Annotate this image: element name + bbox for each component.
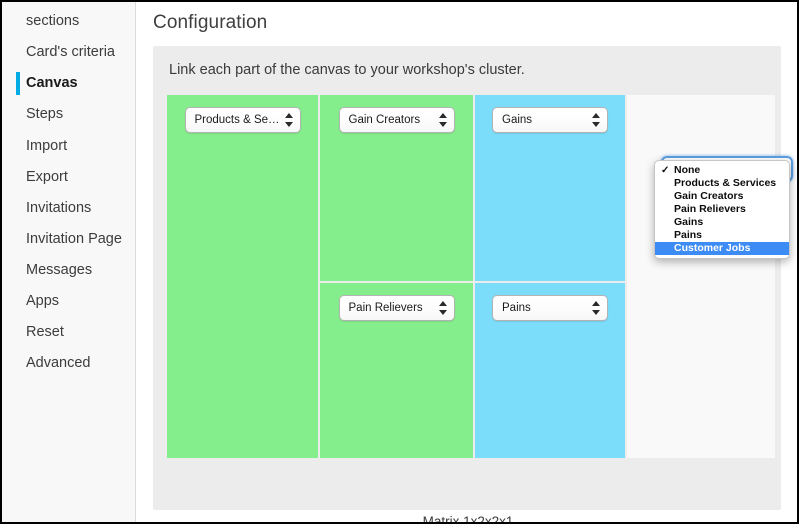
canvas-cell-pain-relievers[interactable]: Pain Relievers [320,283,473,458]
sidebar-item-steps[interactable]: Steps [2,99,135,130]
sidebar-item-messages[interactable]: Messages [2,255,135,286]
sidebar-item-invitation-page[interactable]: Invitation Page [2,224,135,255]
sidebar-item-cards-criteria[interactable]: Card's criteria [2,37,135,68]
cluster-select-gain-creators[interactable]: Gain Creators [338,107,455,133]
select-value: Products & Services [194,114,282,126]
canvas-matrix-wrapper: Products & Services Gain Creators [167,95,793,522]
updown-arrows-icon [438,112,448,128]
page-title: Configuration [153,12,268,33]
sidebar-item-label: Advanced [26,355,91,372]
sidebar-item-export[interactable]: Export [2,162,135,193]
canvas-cell-gains[interactable]: Gains [475,95,625,281]
updown-arrows-icon [592,300,601,316]
canvas-cell-pains[interactable]: Pains [475,283,625,458]
sidebar-item-label: Invitations [26,199,92,216]
app-window: sections Card's criteria Canvas Steps Im… [0,0,799,524]
canvas-cell-products-services[interactable]: Products & Services [167,95,318,458]
canvas-cell-gain-creators[interactable]: Gain Creators [320,95,473,281]
sidebar-item-label: Invitation Page [26,230,122,247]
canvas-cell-customer-jobs[interactable] [627,95,775,458]
active-indicator-bar [16,72,20,96]
sidebar-item-label: Canvas [26,75,78,92]
cluster-select-pain-relievers[interactable]: Pain Relievers [338,295,455,321]
sidebar-item-import[interactable]: Import [2,131,135,162]
select-value: Pains [502,302,531,314]
cluster-select-gains[interactable]: Gains [492,107,608,133]
canvas-matrix: Products & Services Gain Creators [167,95,775,458]
sidebar-item-label: Export [26,168,68,185]
matrix-caption: Matrix 1x2x2x1 [422,514,514,524]
sidebar-item-label: Reset [26,324,64,341]
sidebar-item-label: Apps [26,293,60,310]
sidebar-item-label: Steps [26,106,64,123]
sidebar-item-label: Messages [26,262,93,278]
sidebar-item-sections[interactable]: sections [2,6,135,37]
sidebar-item-reset[interactable]: Reset [2,317,135,348]
select-value: Gain Creators [348,114,421,126]
cluster-select-pains[interactable]: Pains [492,295,608,321]
updown-arrows-icon [438,300,448,316]
sidebar-item-advanced[interactable]: Advanced [2,348,135,379]
sidebar-item-invitations[interactable]: Invitations [2,193,135,224]
configuration-panel: Link each part of the canvas to your wor… [153,46,793,522]
updown-arrows-icon [284,112,294,128]
sidebar-item-label: Import [26,137,68,154]
content-area: Configuration Link each part of the canv… [137,2,797,522]
select-value: Gains [502,114,533,126]
settings-sidebar: sections Card's criteria Canvas Steps Im… [2,2,136,522]
sidebar-item-canvas[interactable]: Canvas [2,68,135,99]
sidebar-item-apps[interactable]: Apps [2,286,135,317]
updown-arrows-icon [592,112,601,128]
sidebar-item-label: Card's criteria [26,44,115,61]
sidebar-item-label: sections [26,13,80,29]
cluster-select-products-services[interactable]: Products & Services [184,107,301,133]
panel-description: Link each part of the canvas to your wor… [169,62,525,78]
select-value: Pain Relievers [348,302,423,314]
